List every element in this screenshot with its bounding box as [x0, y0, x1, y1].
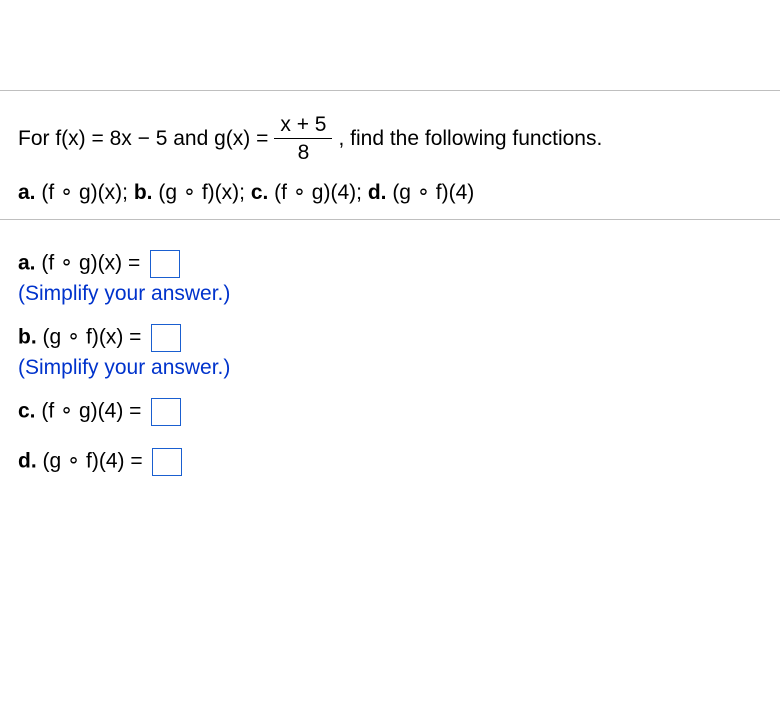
fraction-g: x + 5 8: [274, 113, 332, 164]
answer-row-c: c. (f ∘ g)(4) =: [18, 398, 764, 426]
answers-section: a. (f ∘ g)(x) = (Simplify your answer.) …: [0, 220, 780, 506]
question-line-1: For f(x) = 8x − 5 and g(x) = x + 5 8 , f…: [18, 113, 764, 164]
fraction-denominator: 8: [298, 139, 310, 164]
question-prefix: For f(x) = 8x − 5 and g(x) =: [18, 123, 268, 155]
parts-list: a. (f ∘ g)(x); b. (g ∘ f)(x); c. (f ∘ g)…: [18, 180, 764, 205]
part-c-label: c.: [251, 181, 269, 204]
part-b-label: b.: [134, 181, 153, 204]
answer-row-d: d. (g ∘ f)(4) =: [18, 448, 764, 476]
part-d-label: d.: [368, 181, 387, 204]
answer-b-hint: (Simplify your answer.): [18, 356, 764, 380]
answer-row-b: b. (g ∘ f)(x) =: [18, 324, 764, 352]
answer-a-expr: (f ∘ g)(x) =: [36, 252, 147, 275]
fraction-numerator: x + 5: [274, 113, 332, 139]
part-c-text: (f ∘ g)(4);: [268, 181, 367, 204]
answer-row-a: a. (f ∘ g)(x) =: [18, 250, 764, 278]
top-spacer: [0, 0, 780, 90]
part-a-text: (f ∘ g)(x);: [36, 181, 134, 204]
answer-c-input[interactable]: [151, 398, 181, 426]
part-a-label: a.: [18, 181, 36, 204]
question-section: For f(x) = 8x − 5 and g(x) = x + 5 8 , f…: [0, 91, 780, 219]
answer-b-expr: (g ∘ f)(x) =: [37, 326, 148, 349]
answer-a-input[interactable]: [150, 250, 180, 278]
answer-b-label: b.: [18, 326, 37, 349]
answer-c-expr: (f ∘ g)(4) =: [36, 400, 148, 423]
answer-a-hint: (Simplify your answer.): [18, 282, 764, 306]
answer-d-expr: (g ∘ f)(4) =: [37, 450, 149, 473]
answer-b-input[interactable]: [151, 324, 181, 352]
answer-c-label: c.: [18, 400, 36, 423]
part-b-text: (g ∘ f)(x);: [153, 181, 251, 204]
answer-a-label: a.: [18, 252, 36, 275]
answer-d-label: d.: [18, 450, 37, 473]
question-suffix: , find the following functions.: [338, 123, 602, 155]
part-d-text: (g ∘ f)(4): [386, 181, 474, 204]
answer-d-input[interactable]: [152, 448, 182, 476]
